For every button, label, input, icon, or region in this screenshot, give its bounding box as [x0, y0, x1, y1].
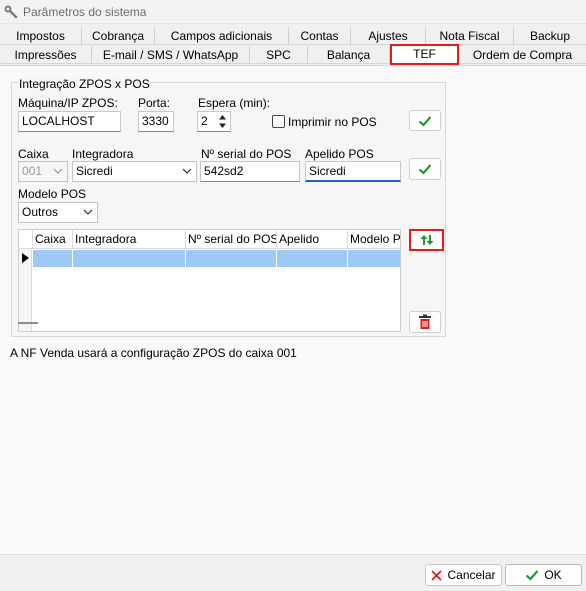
- table-row[interactable]: [19, 250, 400, 267]
- maquina-label: Máquina/IP ZPOS:: [18, 96, 118, 110]
- tab-impostos[interactable]: Impostos: [0, 27, 82, 45]
- table-cell[interactable]: [32, 250, 72, 267]
- chevron-down-icon: [83, 209, 93, 215]
- serial-label: Nº serial do POS: [201, 147, 292, 161]
- apelido-input[interactable]: Sicredi: [305, 161, 401, 182]
- grid-col-apelido[interactable]: Apelido: [276, 230, 347, 249]
- tab-spc[interactable]: SPC: [250, 46, 308, 64]
- espera-label: Espera (min):: [198, 96, 271, 110]
- table-cell[interactable]: [185, 250, 276, 267]
- pos-grid[interactable]: Caixa Integradora Nº serial do POS Apeli…: [18, 229, 401, 332]
- caixa-label: Caixa: [18, 147, 49, 161]
- tab-ordem-de-compra[interactable]: Ordem de Compra: [459, 46, 586, 64]
- integradora-label: Integradora: [72, 147, 134, 161]
- chevron-down-icon: [182, 168, 192, 174]
- title-bar: Parâmetros do sistema: [0, 0, 586, 24]
- tab-backup[interactable]: Backup: [514, 27, 586, 45]
- porta-label: Porta:: [138, 96, 171, 110]
- table-cell[interactable]: [347, 250, 400, 267]
- ok-button[interactable]: OK: [505, 564, 582, 586]
- serial-input[interactable]: 542sd2: [200, 161, 300, 182]
- grid-header: Caixa Integradora Nº serial do POS Apeli…: [19, 230, 400, 249]
- trash-icon: [419, 314, 431, 329]
- tab-ajustes[interactable]: Ajustes: [351, 27, 426, 45]
- sort-arrows-icon: [420, 235, 433, 245]
- horizontal-scrollbar-thumb[interactable]: [18, 322, 38, 324]
- confirm-pos-button[interactable]: [409, 158, 441, 180]
- tab-tef[interactable]: TEF: [390, 44, 459, 65]
- modelo-select[interactable]: Outros: [18, 202, 98, 223]
- tab-campos-adicionais[interactable]: Campos adicionais: [155, 27, 289, 45]
- grid-col-modelo[interactable]: Modelo PC: [347, 230, 400, 249]
- tab-cobranca[interactable]: Cobrança: [82, 27, 155, 45]
- grid-col-caixa[interactable]: Caixa: [32, 230, 72, 249]
- grid-col-integradora[interactable]: Integradora: [72, 230, 185, 249]
- chevron-down-icon: [53, 168, 63, 174]
- check-icon: [418, 115, 432, 127]
- espera-spinner[interactable]: 2: [197, 111, 231, 132]
- cancel-label: Cancelar: [447, 568, 496, 582]
- grid-col-serial[interactable]: Nº serial do POS: [185, 230, 276, 249]
- modelo-label: Modelo POS: [18, 187, 87, 201]
- group-title: Integração ZPOS x POS: [18, 77, 151, 91]
- caixa-value: 001: [22, 164, 43, 178]
- ok-label: OK: [544, 568, 562, 582]
- tab-impressoes[interactable]: Impressões: [0, 46, 92, 64]
- window-title: Parâmetros do sistema: [23, 5, 147, 19]
- spinner-arrows-icon[interactable]: [217, 113, 228, 130]
- tab-email-sms-whatsapp[interactable]: E-mail / SMS / WhatsApp: [92, 46, 250, 64]
- wrench-icon: [4, 5, 18, 19]
- apelido-label: Apelido POS: [305, 147, 374, 161]
- tab-balanca[interactable]: Balança: [308, 46, 390, 64]
- modelo-value: Outros: [22, 205, 59, 219]
- sort-button[interactable]: [409, 229, 444, 251]
- check-icon: [526, 570, 539, 581]
- check-icon: [418, 164, 432, 175]
- caixa-select[interactable]: 001: [18, 161, 68, 182]
- tab-contas[interactable]: Contas: [289, 27, 351, 45]
- table-cell[interactable]: [72, 250, 185, 267]
- close-icon: [431, 569, 443, 581]
- imprimir-pos-checkbox[interactable]: [272, 115, 285, 128]
- maquina-ip-input[interactable]: LOCALHOST: [18, 111, 121, 132]
- status-message: A NF Venda usará a configuração ZPOS do …: [10, 346, 297, 360]
- imprimir-pos-label: Imprimir no POS: [288, 115, 377, 129]
- delete-button[interactable]: [409, 311, 441, 333]
- integradora-select[interactable]: Sicredi: [72, 161, 197, 182]
- integradora-value: Sicredi: [76, 164, 113, 178]
- tab-nota-fiscal[interactable]: Nota Fiscal: [426, 27, 514, 45]
- espera-value: 2: [201, 114, 208, 128]
- cancel-button[interactable]: Cancelar: [425, 564, 502, 586]
- table-cell[interactable]: [276, 250, 347, 267]
- porta-input[interactable]: 3330: [138, 111, 174, 132]
- confirm-connection-button[interactable]: [409, 110, 441, 131]
